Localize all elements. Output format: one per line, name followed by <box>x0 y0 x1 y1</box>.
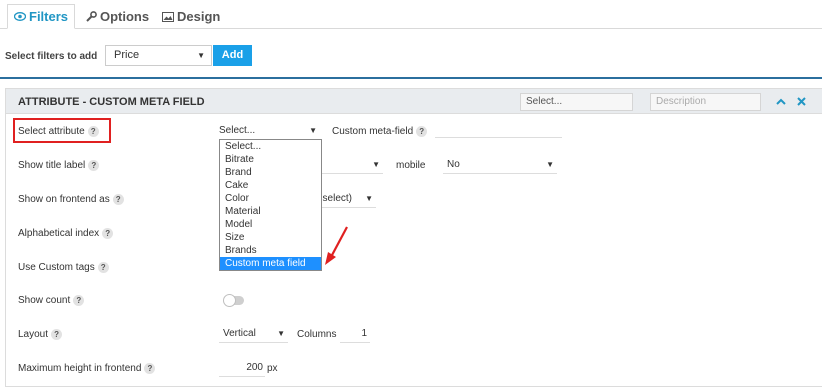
toggle-knob <box>223 294 236 307</box>
add-filter-bar: Select filters to add Price ▼ Add <box>0 29 822 79</box>
chevron-down-icon: ▼ <box>277 329 285 338</box>
chevron-down-icon: ▼ <box>546 160 554 169</box>
help-icon[interactable]: ? <box>144 363 156 374</box>
filter-panel: ATTRIBUTE - CUSTOM META FIELD Select... … <box>5 88 822 387</box>
chevron-down-icon: ▼ <box>309 126 317 135</box>
mobile-select[interactable]: No ▼ <box>443 158 557 174</box>
max-height-unit: px <box>267 363 278 374</box>
custom-meta-field-input[interactable] <box>435 122 562 138</box>
columns-input[interactable]: 1 <box>340 327 370 343</box>
attribute-dropdown-list: Select... Bitrate Brand Cake Color Mater… <box>219 139 322 271</box>
select-attribute-text: Select attribute <box>18 126 85 138</box>
dropdown-option[interactable]: Brand <box>220 166 321 179</box>
show-on-frontend-label: Show on frontend as? <box>18 194 124 205</box>
panel-title: ATTRIBUTE - CUSTOM META FIELD <box>18 96 205 108</box>
help-icon[interactable]: ? <box>416 126 428 137</box>
close-icon[interactable] <box>794 94 808 108</box>
tab-design-label: Design <box>177 9 221 24</box>
panel-select-input[interactable]: Select... <box>520 93 633 111</box>
help-icon[interactable]: ? <box>102 228 114 239</box>
help-icon[interactable]: ? <box>51 329 63 340</box>
dropdown-option[interactable]: Select... <box>220 140 321 153</box>
custom-meta-field-label: Custom meta-field? <box>332 126 428 138</box>
filter-type-value: Price <box>114 49 140 61</box>
dropdown-option[interactable]: Bitrate <box>220 153 321 166</box>
panel-header: ATTRIBUTE - CUSTOM META FIELD Select... … <box>6 89 822 114</box>
attribute-select-value: Select... <box>219 125 256 136</box>
alphabetical-index-label: Alphabetical index? <box>18 228 114 240</box>
help-icon[interactable]: ? <box>97 262 109 273</box>
chevron-down-icon: ▼ <box>365 194 373 203</box>
filter-type-select[interactable]: Price ▼ <box>105 45 212 66</box>
collapse-icon[interactable] <box>774 94 788 108</box>
alphabetical-index-text: Alphabetical index <box>18 228 100 240</box>
max-height-label: Maximum height in frontend? <box>18 363 156 375</box>
tab-design[interactable]: Design <box>156 4 226 29</box>
tab-filters[interactable]: Filters <box>7 4 76 29</box>
layout-label: Layout? <box>18 329 63 341</box>
dropdown-option[interactable]: Size <box>220 231 321 244</box>
attribute-select[interactable]: Select... ▼ <box>219 124 320 140</box>
tab-filters-label: Filters <box>29 9 69 24</box>
show-on-frontend-text: Show on frontend as <box>18 194 110 206</box>
mobile-select-value: No <box>447 159 460 170</box>
frontend-type-value: select) <box>322 193 352 204</box>
dropdown-option[interactable]: Cake <box>220 179 321 192</box>
columns-label: Columns <box>297 329 337 340</box>
mobile-label: mobile <box>396 160 426 171</box>
tab-options-label: Options <box>100 9 150 24</box>
add-button[interactable]: Add <box>213 45 252 66</box>
help-icon[interactable]: ? <box>112 194 124 205</box>
show-title-label-text: Show title label <box>18 160 86 172</box>
show-count-text: Show count <box>18 295 71 307</box>
help-icon[interactable]: ? <box>88 160 100 171</box>
chevron-down-icon: ▼ <box>372 160 380 169</box>
tab-options[interactable]: Options <box>80 4 155 29</box>
tab-bar: Filters Options Design <box>0 0 822 29</box>
max-height-input[interactable]: 200 <box>219 361 265 377</box>
help-icon[interactable]: ? <box>73 295 85 306</box>
image-icon <box>162 11 174 22</box>
max-height-text: Maximum height in frontend <box>18 363 142 375</box>
use-custom-tags-text: Use Custom tags <box>18 262 95 274</box>
dropdown-option[interactable]: Color <box>220 192 321 205</box>
add-filter-label: Select filters to add <box>5 51 98 62</box>
eye-icon <box>14 12 26 21</box>
layout-select[interactable]: Vertical ▼ <box>219 327 288 343</box>
select-attribute-label: Select attribute? <box>18 126 99 137</box>
wrench-icon <box>86 11 97 22</box>
show-count-toggle[interactable] <box>223 294 244 307</box>
help-icon[interactable]: ? <box>87 126 99 137</box>
use-custom-tags-label: Use Custom tags? <box>18 262 109 273</box>
show-title-label-label: Show title label? <box>18 160 100 172</box>
dropdown-option[interactable]: Material <box>220 205 321 218</box>
dropdown-option-selected[interactable]: Custom meta field <box>220 257 321 270</box>
show-count-label: Show count? <box>18 295 85 307</box>
dropdown-option[interactable]: Model <box>220 218 321 231</box>
custom-meta-field-text: Custom meta-field <box>332 126 414 138</box>
annotation-arrow-icon <box>325 226 348 265</box>
layout-select-value: Vertical <box>223 328 256 339</box>
description-input[interactable]: Description <box>650 93 761 111</box>
dropdown-option[interactable]: Brands <box>220 244 321 257</box>
chevron-down-icon: ▼ <box>197 51 205 60</box>
layout-text: Layout <box>18 329 49 341</box>
